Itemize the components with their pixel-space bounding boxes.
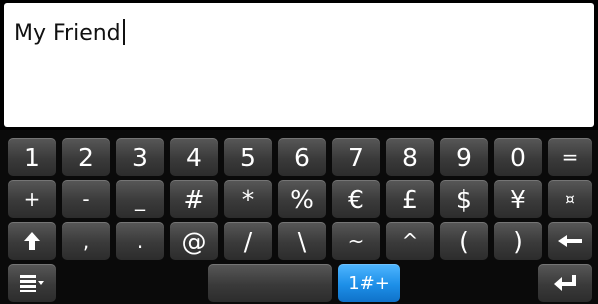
- key-left-paren[interactable]: (: [440, 222, 488, 260]
- key-comma[interactable]: ,: [62, 222, 110, 260]
- key-backslash[interactable]: \: [278, 222, 326, 260]
- key-0[interactable]: 0: [494, 138, 542, 176]
- typed-text: My Friend: [14, 21, 121, 46]
- key-2[interactable]: 2: [62, 138, 110, 176]
- space-key[interactable]: [208, 264, 332, 302]
- menu-lines-icon: [19, 273, 45, 293]
- key-pound[interactable]: £: [386, 180, 434, 218]
- key-slash[interactable]: /: [224, 222, 272, 260]
- key-plus[interactable]: +: [8, 180, 56, 218]
- enter-return-icon: [553, 274, 577, 292]
- virtual-keyboard: 1 2 3 4 5 6 7 8 9 0 = + - _ # * % € £ $ …: [0, 130, 598, 304]
- key-tilde[interactable]: ~: [332, 222, 380, 260]
- key-currency[interactable]: ¤: [548, 180, 592, 218]
- enter-key[interactable]: [538, 264, 592, 302]
- text-input-value: My Friend: [14, 19, 125, 46]
- key-5[interactable]: 5: [224, 138, 272, 176]
- key-8[interactable]: 8: [386, 138, 434, 176]
- key-euro[interactable]: €: [332, 180, 380, 218]
- key-4[interactable]: 4: [170, 138, 218, 176]
- key-at[interactable]: @: [170, 222, 218, 260]
- input-menu-key[interactable]: [8, 264, 56, 302]
- key-7[interactable]: 7: [332, 138, 380, 176]
- key-caret[interactable]: ^: [386, 222, 434, 260]
- key-equals[interactable]: =: [548, 138, 592, 176]
- key-percent[interactable]: %: [278, 180, 326, 218]
- symbol-mode-key[interactable]: 1#+: [338, 264, 400, 302]
- key-right-paren[interactable]: ): [494, 222, 542, 260]
- key-yen[interactable]: ¥: [494, 180, 542, 218]
- key-underscore[interactable]: _: [116, 180, 164, 218]
- text-caret: [122, 19, 125, 45]
- text-input-area[interactable]: My Friend: [4, 3, 594, 127]
- key-minus[interactable]: -: [62, 180, 110, 218]
- shift-key[interactable]: [8, 222, 56, 260]
- backspace-arrow-icon: [557, 234, 583, 248]
- key-dollar[interactable]: $: [440, 180, 488, 218]
- backspace-key[interactable]: [548, 222, 592, 260]
- key-9[interactable]: 9: [440, 138, 488, 176]
- key-hash[interactable]: #: [170, 180, 218, 218]
- key-3[interactable]: 3: [116, 138, 164, 176]
- key-period[interactable]: .: [116, 222, 164, 260]
- key-asterisk[interactable]: *: [224, 180, 272, 218]
- key-6[interactable]: 6: [278, 138, 326, 176]
- shift-up-arrow-icon: [23, 231, 41, 251]
- key-1[interactable]: 1: [8, 138, 56, 176]
